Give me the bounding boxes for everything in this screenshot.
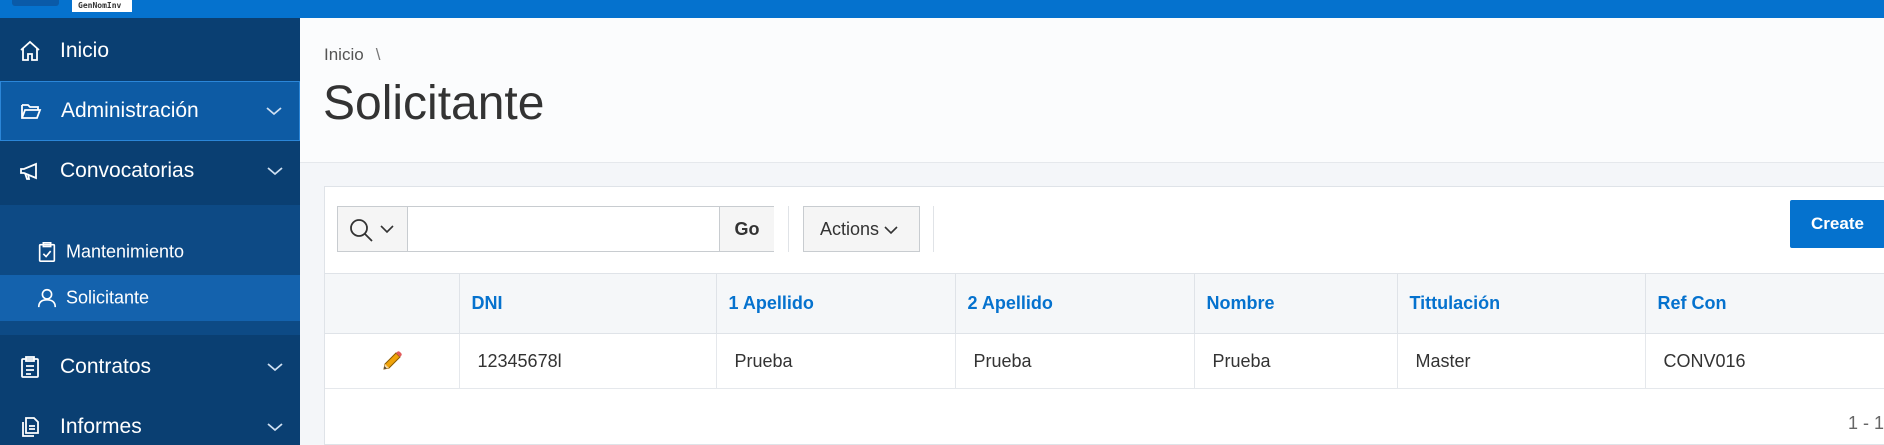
column-header-nombre[interactable]: Nombre: [1193, 273, 1397, 334]
sidebar: Inicio Administración Convocatorias Mant…: [0, 18, 300, 445]
search-column-selector-button[interactable]: [338, 207, 408, 251]
table-row: 12345678l Prueba Prueba Prueba Master CO…: [325, 333, 1884, 389]
sidebar-item-label: Inicio: [60, 39, 110, 62]
sidebar-item-label: Informes: [60, 415, 142, 438]
cell-dni: 12345678l: [458, 333, 716, 389]
edit-cell: [325, 333, 459, 389]
pencil-edit-icon[interactable]: [380, 349, 404, 373]
breadcrumb-home-link[interactable]: Inicio: [324, 45, 364, 64]
chevron-down-icon[interactable]: [266, 361, 284, 373]
sidebar-item-label: Solicitante: [66, 287, 150, 308]
go-button[interactable]: Go: [719, 207, 774, 251]
cell-nombre: Prueba: [1193, 333, 1397, 389]
column-header-ref-con[interactable]: Ref Con: [1644, 273, 1884, 334]
search-input[interactable]: [409, 207, 719, 251]
breadcrumb: Inicio \: [324, 45, 380, 65]
clipboard-check-icon: [38, 242, 56, 262]
column-header-apellido1[interactable]: 1 Apellido: [715, 273, 955, 334]
sidebar-item-informes[interactable]: Informes: [0, 397, 300, 445]
sidebar-subitem-mantenimiento[interactable]: Mantenimiento: [0, 229, 300, 275]
column-header-titulacion[interactable]: Tittulación: [1396, 273, 1645, 334]
user-icon: [37, 288, 57, 308]
sidebar-item-label: Convocatorias: [60, 159, 195, 182]
chevron-down-icon: [380, 225, 394, 234]
actions-menu-button[interactable]: Actions: [803, 206, 920, 252]
chevron-down-icon: [884, 226, 898, 235]
sidebar-item-convocatorias[interactable]: Convocatorias: [0, 141, 300, 201]
cell-titulacion: Master: [1396, 333, 1645, 389]
megaphone-icon: [20, 162, 37, 180]
chevron-down-icon[interactable]: [266, 165, 284, 177]
actions-label: Actions: [820, 219, 880, 239]
sidebar-item-label: Administración: [61, 99, 199, 122]
sidebar-item-contratos[interactable]: Contratos: [0, 337, 300, 397]
convocatorias-submenu: Mantenimiento Solicitante: [0, 205, 300, 335]
cell-apellido1: Prueba: [715, 333, 955, 389]
clipboard-icon: [21, 356, 39, 378]
sidebar-item-administracion[interactable]: Administración: [0, 81, 300, 141]
chevron-down-icon[interactable]: [266, 421, 284, 433]
column-header-apellido2[interactable]: 2 Apellido: [954, 273, 1194, 334]
sidebar-item-label: Contratos: [60, 355, 152, 378]
top-bar: GenNomInv: [0, 0, 1884, 18]
search-icon: [350, 219, 373, 242]
page-title: Solicitante: [323, 77, 545, 130]
search-bar: Go: [337, 206, 774, 252]
chevron-down-icon[interactable]: [265, 105, 283, 117]
create-button[interactable]: Create: [1790, 200, 1884, 248]
main-content: Inicio \ Solicitante Go Actions Create D…: [300, 18, 1884, 445]
cell-apellido2: Prueba: [954, 333, 1194, 389]
home-icon: [20, 40, 40, 61]
cell-ref-con: CONV016: [1644, 333, 1884, 389]
report-toolbar: Go Actions Create: [325, 187, 1884, 273]
breadcrumb-separator: \: [375, 45, 381, 64]
toolbar-divider: [933, 206, 934, 252]
report-copy-icon: [22, 417, 39, 437]
interactive-report-region: Go Actions Create DNI 1 Apellido 2 Apell…: [324, 186, 1884, 445]
pagination-info: 1 - 1: [1847, 413, 1884, 433]
folder-open-icon: [21, 104, 42, 119]
sidebar-subitem-solicitante[interactable]: Solicitante: [0, 275, 300, 321]
sidebar-item-inicio[interactable]: Inicio: [0, 21, 300, 81]
column-header-dni[interactable]: DNI: [458, 273, 716, 334]
nav-toggle-button[interactable]: [12, 0, 59, 6]
page-header: Inicio \ Solicitante: [300, 18, 1884, 163]
column-header-edit: [325, 273, 459, 334]
app-logo[interactable]: GenNomInv: [72, 0, 132, 12]
toolbar-divider: [788, 206, 789, 252]
report-table: DNI 1 Apellido 2 Apellido Nombre Tittula…: [325, 273, 1884, 389]
sidebar-item-label: Mantenimiento: [66, 241, 185, 262]
table-header-row: DNI 1 Apellido 2 Apellido Nombre Tittula…: [325, 273, 1884, 334]
